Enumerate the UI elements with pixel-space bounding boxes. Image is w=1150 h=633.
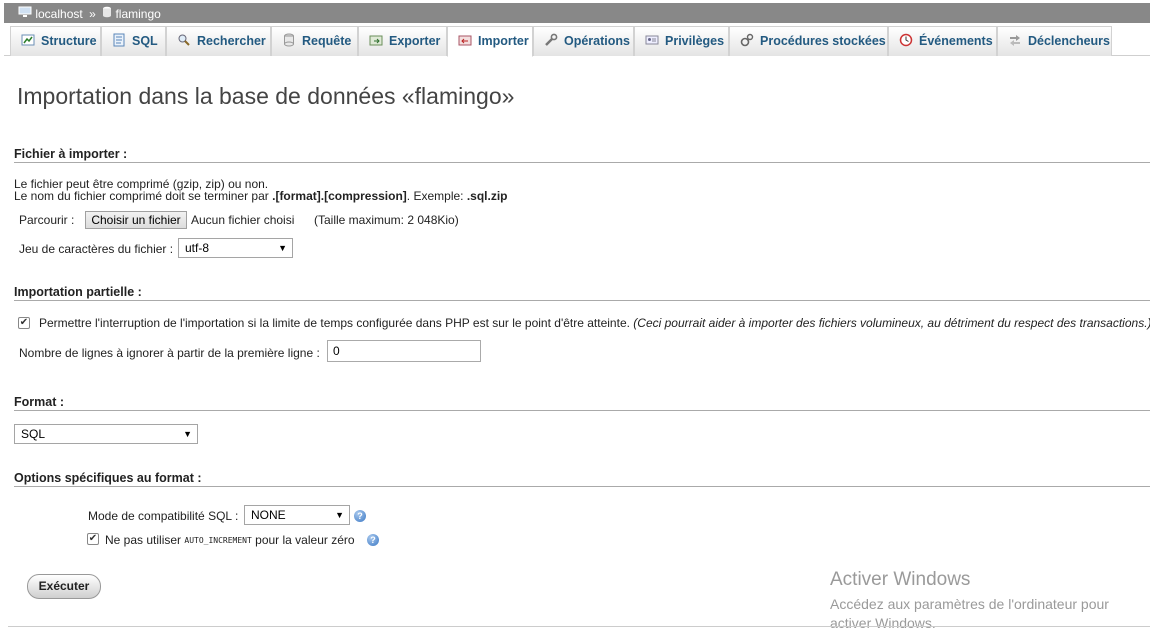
allow-interrupt-label: Permettre l'interruption de l'importatio…	[39, 316, 1150, 330]
tab-query[interactable]: Requête	[271, 26, 358, 56]
help-icon[interactable]: ?	[367, 534, 379, 546]
events-icon	[899, 29, 913, 47]
file-section-heading: Fichier à importer :	[14, 147, 1150, 163]
tab-label: Rechercher	[197, 34, 266, 48]
tab-events[interactable]: Événements	[888, 26, 997, 56]
filename-info-mid: . Exemple:	[406, 189, 467, 203]
tab-label: Déclencheurs	[1028, 34, 1110, 48]
tab-operations[interactable]: Opérations	[533, 26, 634, 56]
filename-format: .[format].[compression]	[272, 189, 407, 203]
allow-interrupt-checkbox[interactable]: ✔	[18, 317, 30, 329]
tab-label: Importer	[478, 34, 529, 48]
tab-label: Requête	[302, 34, 352, 48]
chevron-down-icon: ▼	[278, 243, 287, 253]
choose-file-button[interactable]: Choisir un fichier	[85, 211, 187, 229]
charset-select[interactable]: utf-8 ▼	[178, 238, 293, 258]
sql-icon	[112, 29, 126, 47]
database-tabs: Structure SQL Rechercher Requête Exporte…	[4, 26, 1150, 57]
tab-label: SQL	[132, 34, 158, 48]
breadcrumb-server-link[interactable]: localhost	[35, 4, 82, 24]
breadcrumb-database-link[interactable]: flamingo	[115, 4, 160, 24]
import-icon	[458, 29, 472, 46]
execute-button[interactable]: Exécuter	[27, 574, 101, 599]
skip-lines-input[interactable]: 0	[327, 340, 481, 362]
compat-mode-select[interactable]: NONE ▼	[244, 505, 350, 525]
compat-mode-value: NONE	[251, 508, 286, 522]
export-icon	[369, 29, 383, 46]
database-icon	[102, 4, 112, 24]
activation-watermark-line1: Accédez aux paramètres de l'ordinateur p…	[830, 596, 1109, 612]
format-section-heading: Format :	[14, 395, 1150, 411]
allow-interrupt-note: (Ceci pourrait aider à importer des fich…	[633, 316, 1150, 330]
charset-label: Jeu de caractères du fichier :	[19, 242, 174, 256]
tab-export[interactable]: Exporter	[358, 26, 447, 56]
filename-info: Le nom du fichier comprimé doit se termi…	[14, 189, 508, 203]
help-icon[interactable]: ?	[354, 510, 366, 522]
breadcrumb: localhost » flamingo	[4, 3, 1150, 23]
no-auto-increment-label: Ne pas utiliser AUTO_INCREMENT pour la v…	[105, 533, 355, 547]
divider	[8, 626, 1150, 627]
options-section-heading: Options spécifiques au format :	[14, 471, 1150, 487]
filename-example: .sql.zip	[466, 189, 508, 203]
chevron-down-icon: ▼	[335, 510, 344, 520]
no-auto-increment-checkbox[interactable]: ✔	[87, 533, 99, 545]
charset-select-value: utf-8	[185, 241, 210, 255]
allow-interrupt-text: Permettre l'interruption de l'importatio…	[39, 316, 630, 330]
structure-icon	[21, 29, 35, 46]
format-select[interactable]: SQL ▼	[14, 424, 198, 444]
query-icon	[282, 29, 296, 47]
tab-routines[interactable]: Procédures stockées	[729, 26, 888, 56]
tab-label: Exporter	[389, 34, 441, 48]
max-size-info: (Taille maximum: 2 048Kio)	[314, 213, 459, 227]
breadcrumb-separator: »	[89, 6, 96, 21]
server-icon	[18, 4, 32, 24]
no-auto-prefix: Ne pas utiliser	[105, 533, 182, 547]
tab-privileges[interactable]: Privilèges	[634, 26, 729, 56]
tab-import[interactable]: Importer	[447, 26, 533, 57]
search-icon	[177, 29, 191, 46]
tab-sql[interactable]: SQL	[101, 26, 166, 56]
auto-increment-code: AUTO_INCREMENT	[184, 536, 252, 545]
tab-triggers[interactable]: Déclencheurs	[997, 26, 1112, 56]
partial-section-heading: Importation partielle :	[14, 285, 1150, 301]
tab-structure[interactable]: Structure	[10, 26, 101, 56]
no-file-chosen: Aucun fichier choisi	[191, 213, 295, 227]
browse-label: Parcourir :	[19, 213, 75, 227]
filename-info-prefix: Le nom du fichier comprimé doit se termi…	[14, 189, 273, 203]
routines-icon	[740, 29, 754, 47]
compat-mode-label: Mode de compatibilité SQL :	[88, 509, 239, 523]
tab-label: Événements	[919, 34, 993, 48]
privileges-icon	[645, 29, 659, 45]
tab-label: Opérations	[564, 34, 630, 48]
page-title: Importation dans la base de données «fla…	[17, 83, 515, 109]
triggers-icon	[1008, 29, 1022, 46]
chevron-down-icon: ▼	[183, 429, 192, 439]
format-select-value: SQL	[21, 427, 46, 441]
skip-lines-label: Nombre de lignes à ignorer à partir de l…	[19, 346, 320, 360]
tab-label: Privilèges	[665, 34, 725, 48]
wrench-icon	[544, 29, 558, 46]
tab-search[interactable]: Rechercher	[166, 26, 271, 56]
tab-label: Structure	[41, 34, 97, 48]
tab-label: Procédures stockées	[760, 34, 886, 48]
activation-watermark-title: Activer Windows	[830, 569, 971, 590]
activation-watermark-line2: activer Windows.	[830, 615, 936, 631]
activation-watermark-text: Accédez aux paramètres de l'ordinateur p…	[830, 595, 1109, 633]
no-auto-suffix: pour la valeur zéro	[255, 533, 355, 547]
